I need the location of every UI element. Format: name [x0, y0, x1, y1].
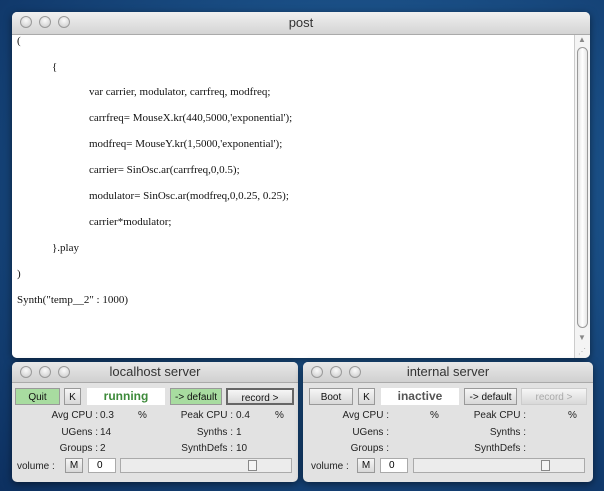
post-text-area[interactable]: ( { var carrier, modulator, carrfreq, mo… [12, 35, 575, 358]
mute-button[interactable]: M [357, 458, 375, 473]
volume-slider-knob[interactable] [248, 460, 258, 471]
server-status: running [87, 388, 165, 405]
close-button[interactable] [20, 16, 32, 28]
zoom-button[interactable] [349, 366, 361, 378]
groups-label: Groups : [59, 443, 98, 454]
volume-slider-knob[interactable] [541, 460, 551, 471]
mute-button[interactable]: M [65, 458, 83, 473]
volume-slider[interactable] [120, 458, 292, 473]
synthdefs-label: SynthDefs : [181, 443, 233, 454]
groups-value: 2 [100, 443, 106, 454]
synths-label: Synths : [489, 427, 526, 438]
scroll-up-arrow-icon[interactable]: ▲ [578, 35, 586, 44]
groups-label: Groups : [350, 443, 389, 454]
avg-cpu-label: Avg CPU : [342, 410, 390, 421]
internal-title-bar[interactable]: internal server [303, 362, 593, 383]
close-button[interactable] [311, 366, 323, 378]
scroll-down-arrow-icon[interactable]: ▼ [578, 333, 586, 342]
avg-cpu-label: Avg CPU : [51, 410, 99, 421]
code-line: var carrier, modulator, carrfreq, modfre… [89, 86, 271, 98]
window-title: post [288, 15, 314, 30]
internal-server-window: internal server Boot K inactive -> defau… [303, 362, 593, 482]
synthdefs-value: 10 [236, 443, 248, 454]
localhost-title-bar[interactable]: localhost server [12, 362, 298, 383]
synthdefs-label: SynthDefs : [474, 443, 526, 454]
record-button[interactable]: record > [521, 388, 587, 405]
scroll-thumb[interactable] [577, 47, 588, 328]
volume-label: volume : [17, 461, 55, 472]
peak-cpu-percent: % [275, 410, 284, 421]
quit-button[interactable]: Quit [15, 388, 60, 405]
boot-button[interactable]: Boot [309, 388, 353, 405]
minimize-button[interactable] [39, 16, 51, 28]
minimize-button[interactable] [39, 366, 51, 378]
peak-cpu-percent: % [568, 410, 577, 421]
window-title: localhost server [109, 364, 201, 379]
ugens-label: UGens : [61, 427, 98, 438]
default-button[interactable]: -> default [170, 388, 222, 405]
code-line: carrier*modulator; [89, 216, 172, 228]
server-status: inactive [381, 388, 459, 405]
post-window: post ( { var carrier, modulator, carrfre… [12, 12, 590, 358]
resize-grip-icon[interactable]: ⋰ [578, 347, 586, 356]
ugens-value: 14 [100, 427, 112, 438]
code-line: carrfreq= MouseX.kr(440,5000,'exponentia… [89, 112, 293, 124]
zoom-button[interactable] [58, 16, 70, 28]
code-line: carrier= SinOsc.ar(carrfreq,0,0.5); [89, 164, 240, 176]
peak-cpu-value: 0.4 [236, 410, 250, 421]
window-title: internal server [406, 364, 490, 379]
minimize-button[interactable] [330, 366, 342, 378]
volume-input[interactable]: 0 [380, 458, 408, 473]
peak-cpu-label: Peak CPU : [473, 410, 526, 421]
volume-slider[interactable] [413, 458, 585, 473]
close-button[interactable] [20, 366, 32, 378]
code-line: Synth("temp__2" : 1000) [17, 294, 129, 306]
avg-cpu-percent: % [430, 410, 439, 421]
localhost-server-window: localhost server Quit K running -> defau… [12, 362, 298, 482]
default-button[interactable]: -> default [464, 388, 517, 405]
avg-cpu-percent: % [138, 410, 147, 421]
code-line: ) [17, 268, 21, 280]
kill-button[interactable]: K [64, 388, 81, 405]
volume-input[interactable]: 0 [88, 458, 116, 473]
peak-cpu-label: Peak CPU : [180, 410, 233, 421]
vertical-scrollbar[interactable]: ▲ ▼ ⋰ [574, 35, 590, 358]
synths-value: 1 [236, 427, 242, 438]
code-line: modulator= SinOsc.ar(modfreq,0,0.25, 0.2… [89, 190, 289, 202]
zoom-button[interactable] [58, 366, 70, 378]
code-line: modfreq= MouseY.kr(1,5000,'exponential')… [89, 138, 283, 150]
code-line: ( [17, 35, 21, 47]
code-line: { [52, 61, 58, 73]
post-title-bar[interactable]: post [12, 12, 590, 35]
record-button[interactable]: record > [226, 388, 294, 405]
avg-cpu-value: 0.3 [100, 410, 114, 421]
kill-button[interactable]: K [358, 388, 375, 405]
ugens-label: UGens : [352, 427, 389, 438]
synths-label: Synths : [196, 427, 233, 438]
volume-label: volume : [311, 461, 349, 472]
code-line: }.play [52, 242, 79, 254]
